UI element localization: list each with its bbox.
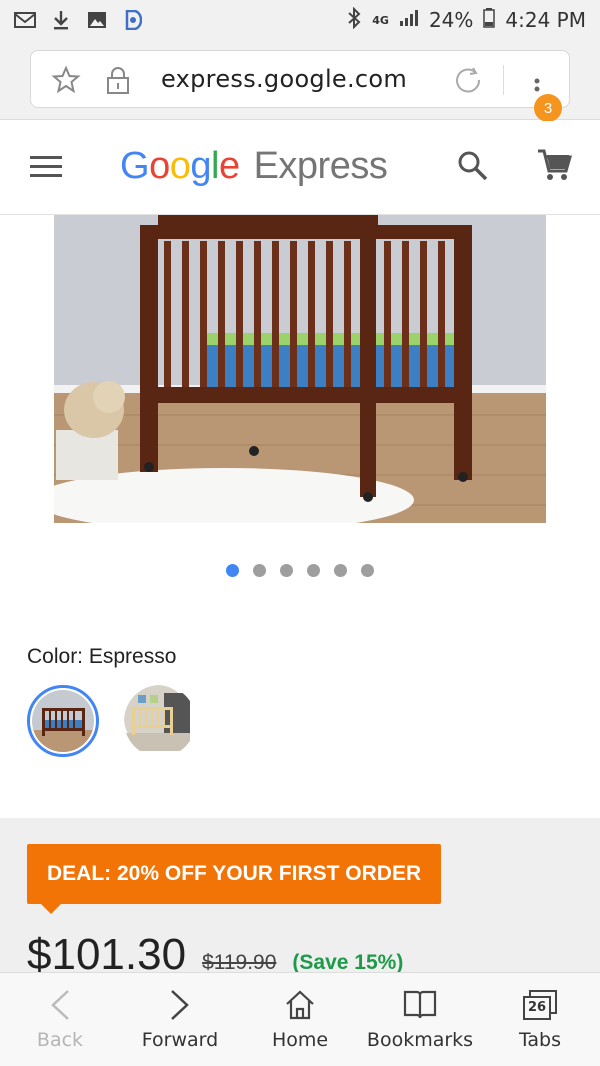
deal-banner: DEAL: 20% OFF YOUR FIRST ORDER bbox=[27, 844, 441, 914]
home-button[interactable]: Home bbox=[240, 973, 360, 1066]
product-image[interactable] bbox=[54, 215, 546, 523]
carousel-dot[interactable] bbox=[226, 564, 239, 577]
divider bbox=[503, 65, 504, 95]
carousel-dot[interactable] bbox=[253, 564, 266, 577]
home-label: Home bbox=[271, 1028, 329, 1051]
back-label: Back bbox=[36, 1028, 84, 1051]
bookmarks-label: Bookmarks bbox=[366, 1028, 474, 1051]
cart-icon[interactable] bbox=[536, 147, 572, 188]
browser-toolbar: express.google.com 3 bbox=[0, 40, 600, 122]
tabs-icon: 26 bbox=[522, 989, 558, 1021]
download-icon bbox=[50, 10, 72, 30]
forward-icon bbox=[171, 989, 189, 1020]
logo-letter: o bbox=[149, 145, 170, 187]
forward-button[interactable]: Forward bbox=[120, 973, 240, 1066]
tabs-count: 26 bbox=[527, 999, 547, 1015]
color-swatch-natural[interactable] bbox=[124, 685, 196, 757]
carousel-dot[interactable] bbox=[334, 564, 347, 577]
address-bar[interactable]: express.google.com bbox=[30, 50, 570, 108]
carousel-dot[interactable] bbox=[307, 564, 320, 577]
logo-letter: l bbox=[210, 145, 219, 187]
network-label: 4G bbox=[372, 13, 389, 27]
logo-letter: g bbox=[190, 145, 211, 187]
back-icon bbox=[51, 989, 69, 1020]
forward-label: Forward bbox=[141, 1028, 219, 1051]
battery-percent: 24% bbox=[428, 8, 474, 32]
url-text[interactable]: express.google.com bbox=[161, 65, 407, 93]
gmail-icon bbox=[14, 10, 36, 30]
lock-icon[interactable] bbox=[103, 65, 133, 95]
logo-product: Express bbox=[253, 145, 388, 187]
logo-letter: o bbox=[169, 145, 191, 187]
signal-icon bbox=[399, 8, 419, 32]
app-icon bbox=[122, 10, 144, 30]
star-icon[interactable] bbox=[51, 65, 81, 95]
bookmarks-button[interactable]: Bookmarks bbox=[360, 973, 480, 1066]
color-label: Color: Espresso bbox=[27, 645, 177, 668]
tabs-button[interactable]: 26 Tabs bbox=[480, 973, 600, 1066]
google-express-logo[interactable]: Google Express bbox=[120, 145, 388, 188]
hamburger-menu-icon[interactable] bbox=[30, 154, 62, 183]
logo-letter: e bbox=[218, 145, 240, 187]
logo-letter: G bbox=[120, 145, 150, 187]
carousel-dot[interactable] bbox=[361, 564, 374, 577]
system-indicators: 4G 24% 4:24 PM bbox=[346, 6, 586, 34]
app-header: Google Express bbox=[0, 121, 600, 215]
search-icon[interactable] bbox=[456, 149, 490, 188]
browser-bottom-nav: Back Forward Home Bookmarks 26 Tabs bbox=[0, 972, 600, 1066]
home-icon bbox=[286, 990, 314, 1019]
color-swatch-espresso[interactable] bbox=[27, 685, 99, 757]
carousel-dot[interactable] bbox=[280, 564, 293, 577]
bookmarks-icon bbox=[403, 990, 437, 1018]
tabs-label: Tabs bbox=[518, 1028, 562, 1051]
more-menu-icon[interactable] bbox=[525, 65, 555, 95]
back-button[interactable]: Back bbox=[0, 973, 120, 1066]
battery-icon bbox=[483, 7, 496, 33]
reload-icon[interactable] bbox=[453, 65, 483, 95]
notification-badge[interactable]: 3 bbox=[534, 94, 562, 122]
image-icon bbox=[86, 10, 108, 30]
clock: 4:24 PM bbox=[505, 8, 586, 32]
image-carousel-dots bbox=[226, 564, 374, 577]
status-bar: 4G 24% 4:24 PM bbox=[0, 0, 600, 40]
bluetooth-icon bbox=[346, 6, 362, 34]
notification-icons bbox=[14, 10, 144, 30]
